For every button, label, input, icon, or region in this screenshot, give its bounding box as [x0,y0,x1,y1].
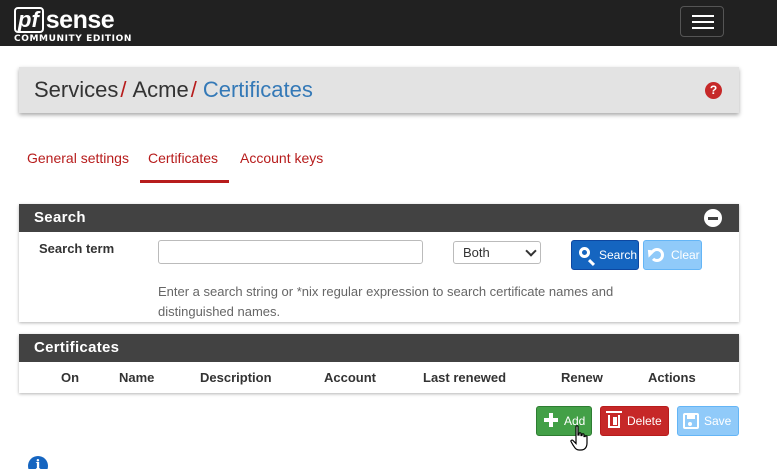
search-input[interactable] [158,240,423,264]
breadcrumb-services[interactable]: Services [34,77,118,102]
chevron-down-icon [525,245,537,257]
tab-account-keys[interactable]: Account keys [240,140,323,183]
certificates-panel: Certificates On Name Description Account… [19,334,739,393]
hamburger-menu-icon[interactable] [680,6,724,37]
hand-pointer-cursor-icon [570,425,588,451]
tab-general-settings[interactable]: General settings [27,140,129,183]
trash-icon [605,411,623,430]
search-term-label: Search term [39,241,115,256]
clear-button[interactable]: Clear [643,240,702,270]
column-header-name[interactable]: Name [119,370,154,385]
tab-certificates[interactable]: Certificates [140,140,229,183]
info-icon[interactable]: i [28,456,48,469]
search-panel: Search Search term Both Search Clear Ent… [19,204,739,322]
logo-wordmark: sense [45,6,115,34]
pfsense-logo[interactable]: pf sense COMMUNITY EDITION [14,3,132,44]
logo-edition-label: COMMUNITY EDITION [14,34,132,44]
search-button[interactable]: Search [571,240,639,270]
certificates-panel-title: Certificates [34,339,120,356]
breadcrumb-panel: Services/Acme/Certificates ? [19,67,739,113]
save-button[interactable]: Save [677,406,739,436]
breadcrumb-separator: / [120,77,127,102]
undo-icon [649,246,667,264]
search-button-label: Search [599,248,638,262]
search-scope-value: Both [463,245,490,260]
save-button-label: Save [704,414,732,428]
save-icon [682,412,700,430]
clear-button-label: Clear [671,248,700,262]
minus-circle-icon[interactable] [704,209,722,227]
top-navbar: pf sense COMMUNITY EDITION [0,0,777,46]
search-help-text: Enter a search string or *nix regular ex… [158,284,614,319]
breadcrumb: Services/Acme/Certificates [34,77,313,103]
column-header-renew[interactable]: Renew [561,370,603,385]
column-header-description[interactable]: Description [200,370,272,385]
breadcrumb-acme[interactable]: Acme [132,77,188,102]
column-header-actions[interactable]: Actions [648,370,696,385]
delete-button-label: Delete [627,414,662,428]
breadcrumb-separator: / [190,77,197,102]
column-header-account[interactable]: Account [324,370,376,385]
help-icon[interactable]: ? [705,82,722,99]
certificates-panel-heading: Certificates [19,334,739,362]
plus-icon [542,412,560,430]
logo-pf-mark: pf [14,7,44,33]
column-header-last-renewed[interactable]: Last renewed [423,370,506,385]
breadcrumb-certificates[interactable]: Certificates [203,77,313,102]
delete-button[interactable]: Delete [600,406,669,436]
search-panel-heading: Search [19,204,739,232]
search-icon [577,246,595,264]
column-header-on[interactable]: On [61,370,79,385]
search-scope-select[interactable]: Both [453,241,541,264]
search-panel-title: Search [34,209,86,226]
